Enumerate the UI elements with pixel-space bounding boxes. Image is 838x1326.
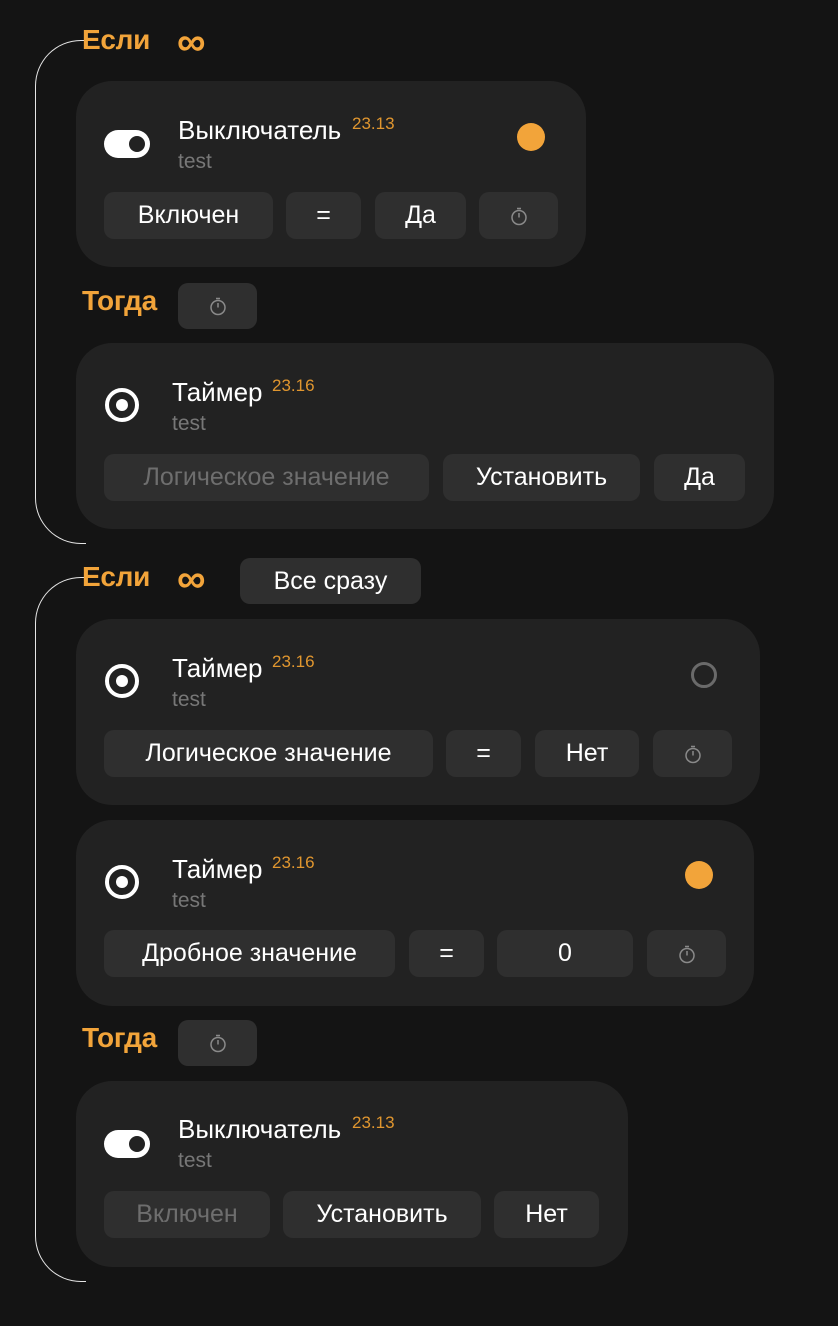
property-select[interactable]: Включен	[104, 192, 273, 239]
device-version: 23.16	[272, 376, 315, 395]
device-version: 23.13	[352, 1113, 395, 1132]
device-name: Таймер	[172, 653, 263, 683]
value-select[interactable]: Нет	[535, 730, 639, 777]
device-subtitle: test	[172, 889, 206, 912]
device-name: Таймер	[172, 377, 263, 407]
value-select[interactable]: Нет	[494, 1191, 599, 1238]
toggle-switch-icon	[104, 130, 150, 158]
status-indicator-inactive	[691, 662, 717, 688]
stopwatch-icon	[510, 207, 527, 225]
status-indicator-active	[685, 861, 713, 889]
device-subtitle: test	[172, 688, 206, 711]
block-1-then-label: Тогда	[82, 285, 157, 316]
value-select[interactable]: Да	[375, 192, 466, 239]
timer-button[interactable]	[653, 730, 732, 777]
value-select[interactable]: Да	[654, 454, 745, 501]
action-card[interactable]: Выключатель 23.13 test Включен Установит…	[76, 1081, 628, 1267]
property-select[interactable]: Логическое значение	[104, 730, 433, 777]
radio-target-icon	[105, 664, 139, 698]
radio-target-icon	[105, 388, 139, 422]
stopwatch-icon	[678, 945, 695, 963]
block-1-if-label: Если	[82, 24, 151, 55]
operator-select[interactable]: =	[409, 930, 484, 977]
then-timer-button[interactable]	[178, 1020, 257, 1066]
operator-select[interactable]: =	[286, 192, 361, 239]
action-select[interactable]: Установить	[443, 454, 640, 501]
condition-card[interactable]: Выключатель 23.13 test Включен = Да	[76, 81, 586, 267]
block-2-if-label: Если	[82, 561, 151, 592]
timer-button[interactable]	[479, 192, 558, 239]
device-name: Выключатель	[178, 1114, 342, 1144]
condition-card[interactable]: Таймер 23.16 test Логическое значение = …	[76, 619, 760, 805]
device-name: Таймер	[172, 854, 263, 884]
stopwatch-icon	[209, 1034, 226, 1053]
device-name: Выключатель	[178, 115, 342, 145]
block-2-then-label: Тогда	[82, 1022, 157, 1053]
timer-button[interactable]	[647, 930, 726, 977]
device-version: 23.13	[352, 114, 395, 133]
status-indicator-active	[517, 123, 545, 151]
action-card[interactable]: Таймер 23.16 test Логическое значение Ус…	[76, 343, 774, 529]
operator-select[interactable]: =	[446, 730, 521, 777]
condition-card[interactable]: Таймер 23.16 test Дробное значение = 0	[76, 820, 754, 1006]
property-select[interactable]: Логическое значение	[104, 454, 429, 501]
property-select[interactable]: Дробное значение	[104, 930, 395, 977]
property-select[interactable]: Включен	[104, 1191, 270, 1238]
device-version: 23.16	[272, 853, 315, 872]
device-subtitle: test	[172, 412, 206, 435]
infinity-icon[interactable]: ∞	[177, 22, 206, 62]
if-mode-select[interactable]: Все сразу	[240, 558, 421, 604]
device-version: 23.16	[272, 652, 315, 671]
value-select[interactable]: 0	[497, 930, 633, 977]
stopwatch-icon	[684, 745, 701, 763]
toggle-switch-icon	[104, 1130, 150, 1158]
device-subtitle: test	[178, 150, 212, 173]
stopwatch-icon	[209, 297, 226, 316]
radio-target-icon	[105, 865, 139, 899]
device-subtitle: test	[178, 1149, 212, 1172]
then-timer-button[interactable]	[178, 283, 257, 329]
infinity-icon[interactable]: ∞	[177, 559, 206, 599]
action-select[interactable]: Установить	[283, 1191, 481, 1238]
